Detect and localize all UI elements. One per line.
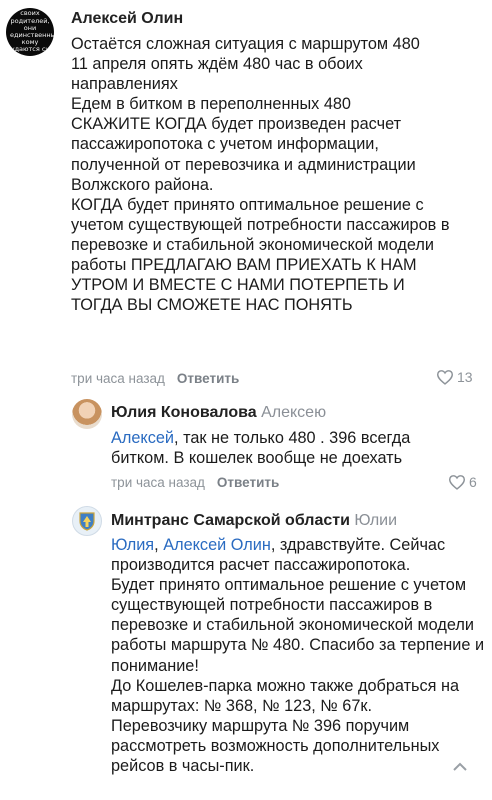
author-name[interactable]: Юлия Коновалова xyxy=(111,404,257,421)
comment-meta: три часа назад Ответить xyxy=(71,371,239,386)
comment-text: Алексей, так не только 480 . 396 всегда … xyxy=(111,428,441,468)
like-count: 13 xyxy=(457,369,473,385)
reply-button[interactable]: Ответить xyxy=(217,475,279,490)
chevron-up-icon xyxy=(451,759,469,782)
comment-time: три часа назад xyxy=(71,371,165,386)
scroll-button[interactable] xyxy=(440,750,480,790)
avatar[interactable] xyxy=(72,506,102,536)
comment-author[interactable]: Минтранс Самарской области Юлии xyxy=(111,512,397,530)
heart-outline-icon xyxy=(436,369,454,385)
mention-link[interactable]: Юлия xyxy=(111,536,154,554)
like-button[interactable]: 6 xyxy=(448,474,477,490)
avatar[interactable]: своих родителей, они единственных, кому … xyxy=(6,8,54,56)
heart-outline-icon xyxy=(448,474,466,490)
comment-text: Юлия, Алексей Олин, здравствуйте. Сейчас… xyxy=(111,536,485,776)
comment-body: , здравствуйте. Сейчас производится расч… xyxy=(111,536,485,776)
author-name[interactable]: Алексей Олин xyxy=(71,10,183,27)
comment-meta: три часа назад Ответить xyxy=(111,475,279,490)
reply-to[interactable]: Алексею xyxy=(261,404,326,421)
reply-button[interactable]: Ответить xyxy=(177,371,239,386)
reply-to[interactable]: Юлии xyxy=(354,512,397,529)
comment-author[interactable]: Юлия Коновалова Алексею xyxy=(111,404,326,422)
avatar[interactable] xyxy=(72,399,102,429)
author-name[interactable]: Минтранс Самарской области xyxy=(111,512,350,529)
avatar-text: своих родителей, они единственных, кому … xyxy=(10,9,54,54)
comment-text: Остаётся сложная ситуация с маршрутом 48… xyxy=(71,35,450,315)
comment-author[interactable]: Алексей Олин xyxy=(71,10,183,28)
like-count: 6 xyxy=(469,474,477,490)
mention-link[interactable]: Алексей Олин xyxy=(163,536,271,554)
comment-time: три часа назад xyxy=(111,475,205,490)
mention-link[interactable]: Алексей xyxy=(111,429,174,447)
like-button[interactable]: 13 xyxy=(436,369,473,385)
coat-of-arms-icon xyxy=(79,512,95,531)
